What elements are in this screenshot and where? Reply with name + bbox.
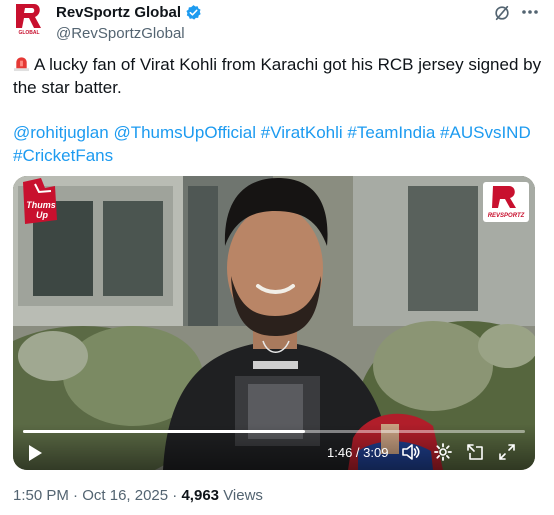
hashtag-link[interactable]: #AUSvsIND: [440, 123, 531, 142]
hashtag-link[interactable]: #ViratKohli: [261, 123, 343, 142]
hashtag-list: @rohitjuglan @ThumsUpOfficial #ViratKohl…: [13, 121, 543, 167]
tweet-time[interactable]: 1:50 PM: [13, 487, 69, 504]
video-progress-bar[interactable]: [23, 430, 525, 433]
siren-emoji-icon: [13, 57, 30, 72]
up-logo-text: Up: [36, 210, 48, 220]
settings-gear-icon[interactable]: [433, 442, 453, 462]
play-icon[interactable]: [27, 444, 43, 462]
tweet-card: GLOBAL RevSportz Global @RevSportzGlobal…: [0, 0, 554, 515]
brand-logo-text: REVSPORTZ: [488, 213, 525, 219]
tweet-date[interactable]: Oct 16, 2025: [82, 487, 168, 504]
verified-badge-icon[interactable]: [185, 4, 202, 21]
duration: 3:09: [363, 445, 389, 460]
separator: ·: [68, 487, 83, 504]
grok-icon[interactable]: [493, 4, 511, 22]
fullscreen-icon[interactable]: [497, 442, 517, 462]
picture-in-picture-icon[interactable]: [465, 442, 485, 462]
video-controls: 1:46 / 3:09: [13, 424, 535, 470]
video-time: 1:46 / 3:09: [327, 445, 388, 460]
current-time: 1:46: [327, 445, 353, 460]
video-progress-fill: [23, 430, 305, 433]
hashtag-link[interactable]: #CricketFans: [13, 146, 113, 165]
views-label: Views: [223, 487, 263, 504]
tweet-metadata: 1:50 PM · Oct 16, 2025 · 4,963 Views: [13, 487, 263, 504]
more-options-icon[interactable]: [519, 3, 541, 21]
tweet-text: A lucky fan of Virat Kohli from Karachi …: [13, 53, 543, 99]
separator: ·: [168, 487, 182, 504]
author-name-row: RevSportz Global: [56, 4, 202, 21]
tweet-body-text: A lucky fan of Virat Kohli from Karachi …: [13, 55, 542, 97]
hashtag-link[interactable]: #TeamIndia: [347, 123, 435, 142]
revsportz-watermark-logo: REVSPORTZ: [483, 182, 529, 222]
mention-link[interactable]: @ThumsUpOfficial: [113, 123, 256, 142]
author-handle[interactable]: @RevSportzGlobal: [56, 25, 185, 42]
avatar[interactable]: GLOBAL: [13, 2, 45, 36]
display-name[interactable]: RevSportz Global: [56, 4, 181, 21]
time-separator: /: [352, 445, 364, 460]
volume-icon[interactable]: [401, 442, 421, 462]
mention-link[interactable]: @rohitjuglan: [13, 123, 109, 142]
video-player[interactable]: Thums Up REVSPORTZ 1:46 / 3:09: [13, 176, 535, 470]
views-count[interactable]: 4,963: [181, 487, 219, 504]
thums-logo-text: Thums: [26, 200, 56, 210]
svg-text:GLOBAL: GLOBAL: [18, 30, 39, 36]
